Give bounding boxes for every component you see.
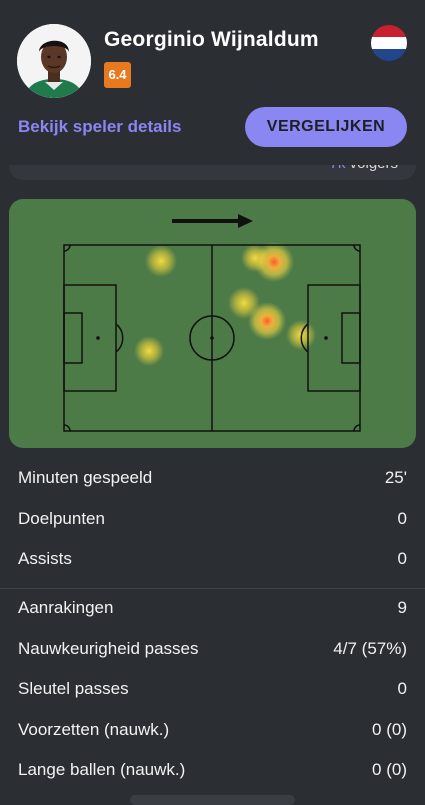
- stat-value: 4/7 (57%): [333, 639, 407, 658]
- stat-value: 0: [397, 679, 407, 698]
- stat-row-crosses: Voorzetten (nauwk.) 0 (0): [18, 710, 407, 750]
- player-name: Georginio Wijnaldum: [104, 28, 319, 51]
- stat-label: Sleutel passes: [18, 679, 129, 698]
- rating-badge: 6.4: [104, 62, 131, 88]
- bottom-button-edge[interactable]: [130, 795, 295, 805]
- stat-row-touches: Aanrakingen 9: [18, 588, 407, 628]
- stat-value: 0: [397, 549, 407, 568]
- heatmap-pitch: [63, 214, 361, 432]
- player-avatar[interactable]: [17, 24, 91, 98]
- stat-value: 0 (0): [372, 720, 407, 739]
- stat-value: 9: [397, 598, 407, 617]
- stat-label: Aanrakingen: [18, 598, 114, 617]
- compare-button[interactable]: VERGELIJKEN: [245, 107, 407, 147]
- netherlands-flag-icon: [371, 25, 407, 61]
- stat-label: Lange ballen (nauwk.): [18, 760, 186, 779]
- stat-row-minutes: Minuten gespeeld 25': [18, 458, 407, 498]
- stat-value: 25': [384, 468, 407, 487]
- stat-row-long-balls: Lange ballen (nauwk.) 0 (0): [18, 750, 407, 790]
- stat-value: 0: [397, 509, 407, 528]
- player-details-link[interactable]: Bekijk speler details: [18, 117, 181, 137]
- heatmap-card: [9, 199, 416, 448]
- stat-row-assists: Assists 0: [18, 539, 407, 579]
- stat-value: 0 (0): [372, 760, 407, 779]
- stat-label: Assists: [18, 549, 72, 568]
- stat-row-pass-accuracy: Nauwkeurigheid passes 4/7 (57%): [18, 629, 407, 669]
- stat-label: Doelpunten: [18, 509, 105, 528]
- stat-label: Minuten gespeeld: [18, 468, 153, 487]
- stat-label: Nauwkeurigheid passes: [18, 639, 199, 658]
- arrow-right-icon: [172, 214, 253, 228]
- stat-label: Voorzetten (nauwk.): [18, 720, 170, 739]
- stat-row-key-passes: Sleutel passes 0: [18, 669, 407, 709]
- heat-spots: [134, 242, 316, 366]
- stat-row-goals: Doelpunten 0: [18, 499, 407, 539]
- player-header: Georginio Wijnaldum 6.4 Bekijk speler de…: [0, 0, 425, 165]
